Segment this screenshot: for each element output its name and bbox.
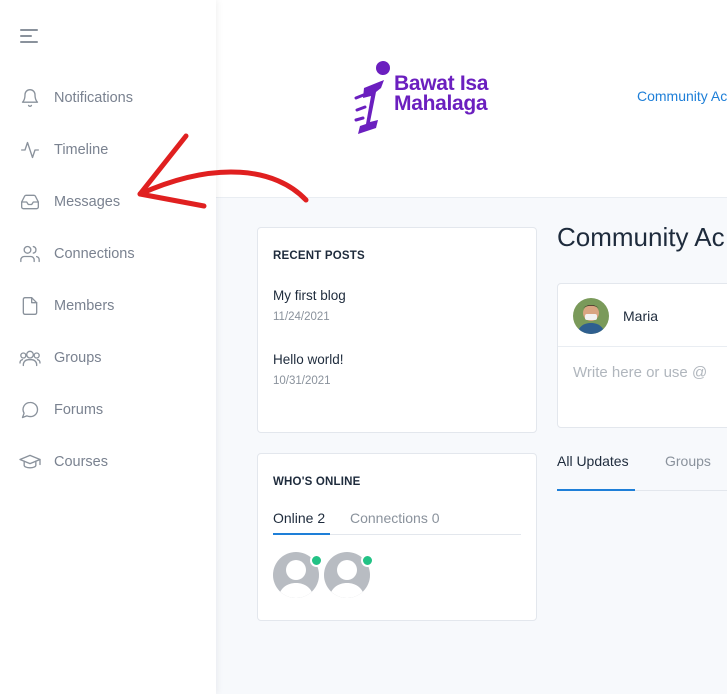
sidebar-item-label: Members — [54, 298, 115, 314]
logo-text: Bawat Isa Mahalaga — [394, 72, 489, 115]
page-title: Community Ac — [557, 222, 725, 252]
widget-title: WHO'S ONLINE — [273, 476, 361, 488]
site-logo[interactable]: Bawat Isa Mahalaga — [354, 58, 514, 140]
activity-icon — [18, 138, 42, 162]
bell-icon — [18, 86, 42, 110]
group-icon — [18, 346, 42, 370]
sidebar-item-label: Messages — [54, 194, 121, 210]
post-link[interactable]: Hello world! — [273, 352, 344, 367]
site-header: Bawat Isa Mahalaga Community Ac — [216, 0, 727, 198]
sidebar-item-messages[interactable]: Messages — [18, 187, 208, 217]
inbox-icon — [18, 190, 42, 214]
sidebar-item-members[interactable]: Members — [18, 291, 208, 321]
recent-posts-widget: RECENT POSTS My first blog 11/24/2021 He… — [257, 227, 537, 433]
post-date: 11/24/2021 — [273, 311, 330, 323]
user-photo-icon — [573, 298, 609, 334]
menu-toggle-icon[interactable] — [20, 28, 40, 44]
activity-composer[interactable]: Maria Write here or use @ — [557, 283, 727, 428]
composer-divider — [558, 346, 727, 347]
widget-title: RECENT POSTS — [273, 250, 365, 262]
online-status-indicator — [361, 554, 374, 567]
tab-online[interactable]: Online 2 — [273, 510, 325, 526]
nav-link-community-activity[interactable]: Community Ac — [637, 88, 727, 104]
sidebar-item-label: Groups — [54, 350, 102, 366]
post-date: 10/31/2021 — [273, 375, 331, 387]
document-icon — [18, 294, 42, 318]
whos-online-widget: WHO'S ONLINE Online 2 Connections 0 — [257, 453, 537, 621]
logo-line-2: Mahalaga — [394, 92, 488, 115]
sidebar: Notifications Timeline Messages Connecti… — [0, 0, 216, 694]
logo-mark-icon — [354, 61, 390, 134]
online-status-indicator — [310, 554, 323, 567]
graduation-cap-icon — [18, 450, 42, 474]
logo-line-1: Bawat Isa — [394, 72, 489, 95]
avatar[interactable] — [573, 298, 609, 334]
sidebar-item-timeline[interactable]: Timeline — [18, 135, 208, 165]
active-tab-indicator — [273, 533, 330, 535]
user-name: Maria — [623, 308, 659, 324]
post-link[interactable]: My first blog — [273, 288, 346, 303]
composer-input[interactable]: Write here or use @ — [573, 364, 707, 381]
chat-bubble-icon — [18, 398, 42, 422]
sidebar-item-label: Timeline — [54, 142, 109, 158]
sidebar-item-label: Forums — [54, 402, 104, 418]
sidebar-item-label: Connections — [54, 246, 135, 262]
sidebar-item-connections[interactable]: Connections — [18, 239, 208, 269]
sidebar-item-forums[interactable]: Forums — [18, 395, 208, 425]
active-tab-indicator — [557, 489, 635, 491]
sidebar-item-groups[interactable]: Groups — [18, 343, 208, 373]
sidebar-item-label: Courses — [54, 454, 108, 470]
sidebar-item-courses[interactable]: Courses — [18, 447, 208, 477]
tab-connections[interactable]: Connections 0 — [350, 510, 440, 526]
tab-groups[interactable]: Groups — [665, 453, 711, 469]
users-icon — [18, 242, 42, 266]
sidebar-item-notifications[interactable]: Notifications — [18, 83, 208, 113]
sidebar-item-label: Notifications — [54, 90, 133, 106]
tab-all-updates[interactable]: All Updates — [557, 453, 629, 469]
